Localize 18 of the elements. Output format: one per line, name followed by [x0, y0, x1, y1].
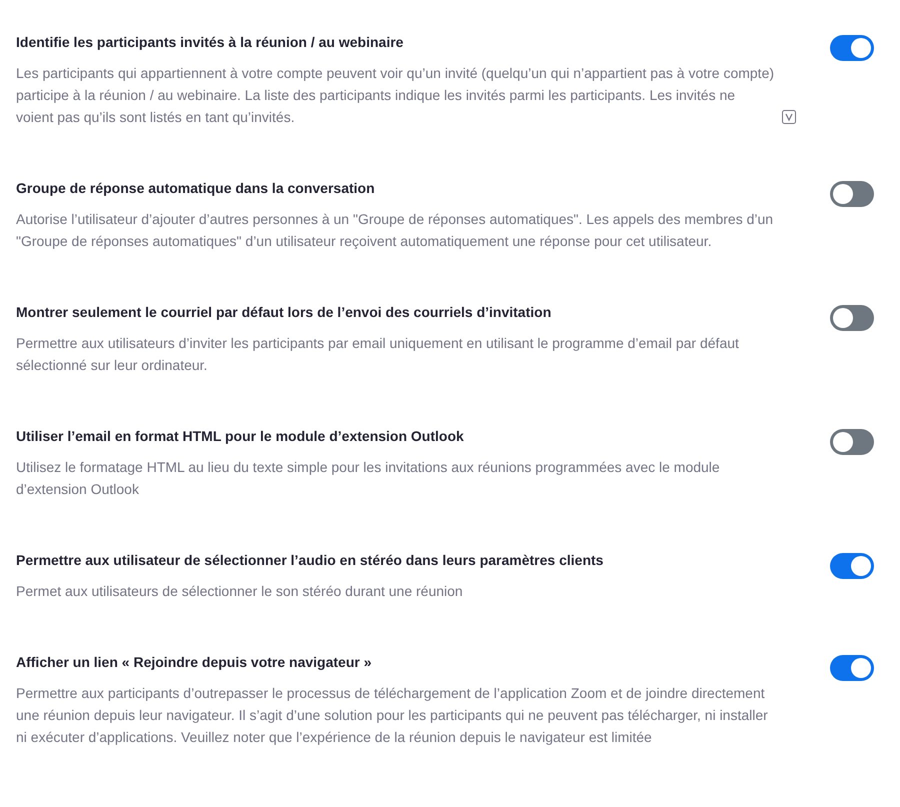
- setting-title: Montrer seulement le courriel par défaut lors de l’envoi des courriels d’invitation: [16, 303, 552, 322]
- setting-description: Utilisez le formatage HTML au lieu du texte simple pour les invitations aux réunions programmées avec le module d’extension Outlook: [16, 458, 721, 499]
- toggle-switch[interactable]: [830, 553, 874, 579]
- toggle-switch[interactable]: [830, 181, 874, 207]
- setting-description: Permettre aux utilisateurs d’inviter les participants par email uniquement en utilisant le programme d’email par défaut sélectionné sur leur ordinateur.: [16, 334, 740, 375]
- toggle-switch[interactable]: [830, 305, 874, 331]
- setting-title: Groupe de réponse automatique dans la conversation: [16, 179, 376, 198]
- toggle-switch[interactable]: [830, 35, 874, 61]
- setting-description: Permettre aux participants d’outrepasser le processus de téléchargement de l’application Zoom et de joindre directement une réunion depuis leur navigateur. Il s’agit d’une solution pour les participants qui ne peuvent pas télécharger, ni installer ni exécuter d’applications. Veuillez noter que l’expérience de la réunion depuis le navigateur est limitée: [16, 684, 769, 747]
- setting-title: Afficher un lien « Rejoindre depuis votre navigateur »: [16, 653, 373, 672]
- toggle-switch[interactable]: [830, 429, 874, 455]
- setting-title: Identifie les participants invités à la réunion / au webinaire: [16, 33, 404, 52]
- setting-description: Les participants qui appartiennent à votre compte peuvent voir qu’un invité (quelqu’un qui n’appartient pas à votre compte) participe à la réunion / au webinaire. La liste des participants indique les invités parmi les participants. Les invités ne voient pas qu’ils sont listés en tant qu’invités.: [16, 64, 776, 127]
- setting-description: Permet aux utilisateurs de sélectionner le son stéréo durant une réunion: [16, 582, 463, 601]
- setting-title: Permettre aux utilisateur de sélectionner l’audio en stéréo dans leurs paramètres clients: [16, 551, 604, 570]
- toggle-switch[interactable]: [830, 655, 874, 681]
- setting-description: Autorise l’utilisateur d’ajouter d’autres personnes à un "Groupe de réponses automatiques". Les appels des membres d’un "Groupe de réponses automatiques" d’un utilisateur reçoivent automatiquement une réponse pour cet utilisateur.: [16, 210, 774, 251]
- setting-title: Utiliser l’email en format HTML pour le module d’extension Outlook: [16, 427, 465, 446]
